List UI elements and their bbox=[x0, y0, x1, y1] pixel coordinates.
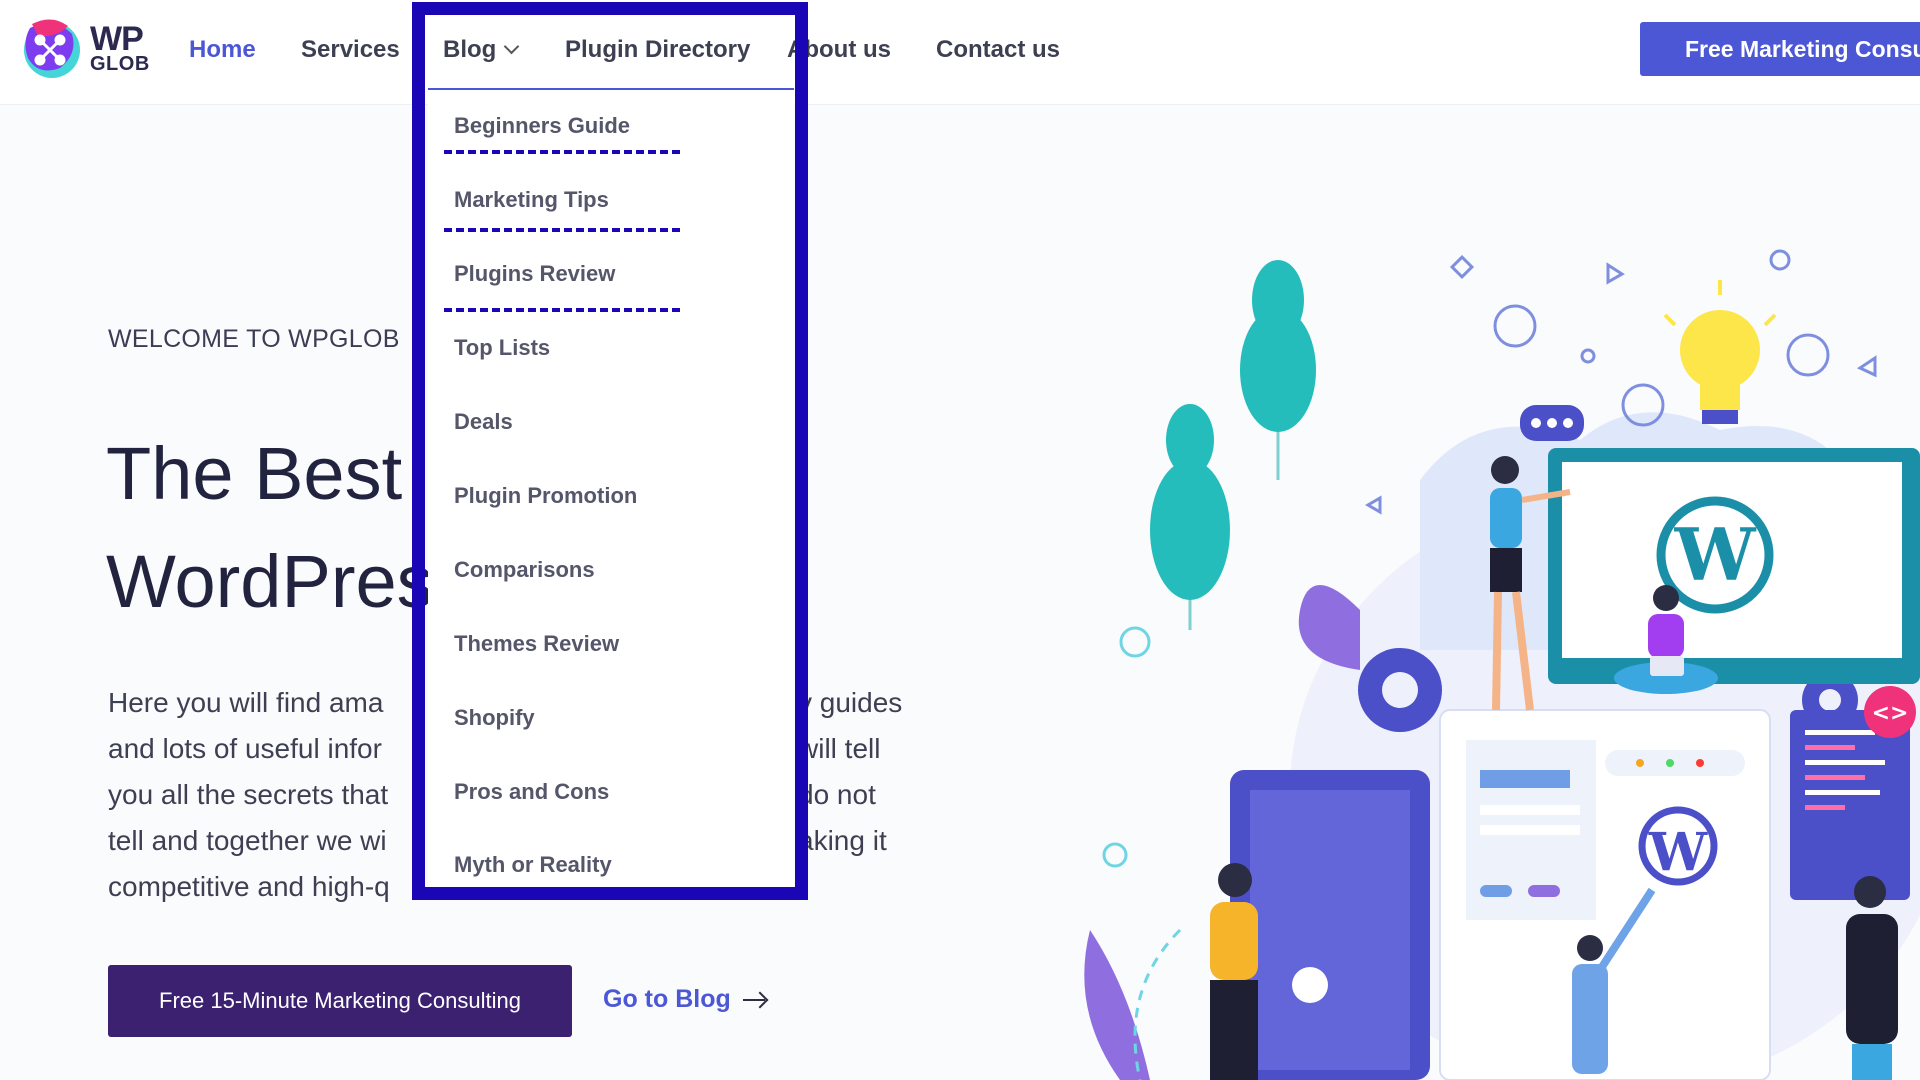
dropdown-item-top-lists[interactable]: Top Lists bbox=[454, 335, 550, 361]
gear-icon bbox=[1358, 648, 1442, 732]
dropdown-item-beginners-guide[interactable]: Beginners Guide bbox=[454, 113, 630, 139]
hero-illustration: W W <> bbox=[1084, 249, 1920, 1080]
dashed-underline bbox=[444, 308, 680, 312]
dropdown-item-comparisons[interactable]: Comparisons bbox=[454, 557, 595, 583]
lightbulb-icon bbox=[1663, 280, 1777, 424]
dropdown-item-deals[interactable]: Deals bbox=[454, 409, 513, 435]
monitor-icon: W bbox=[1548, 448, 1920, 684]
logo-glob-text: GLOB bbox=[90, 53, 150, 75]
hero-title: The Best WordPres bbox=[106, 420, 434, 636]
svg-text:W: W bbox=[1674, 512, 1757, 597]
free-marketing-consulting-button[interactable]: Free Marketing Consu bbox=[1640, 22, 1920, 76]
dropdown-item-shopify[interactable]: Shopify bbox=[454, 705, 535, 731]
hero-title-line-2: WordPres bbox=[106, 540, 434, 623]
site-logo[interactable]: WP GLOB bbox=[16, 14, 156, 80]
dropdown-item-plugins-review[interactable]: Plugins Review bbox=[454, 261, 615, 287]
dashed-underline bbox=[444, 228, 680, 232]
dropdown-item-marketing-tips[interactable]: Marketing Tips bbox=[454, 187, 609, 213]
hero-title-line-1: The Best bbox=[106, 432, 403, 515]
tree-icon bbox=[1240, 260, 1316, 480]
svg-text:<>: <> bbox=[1872, 701, 1909, 726]
dropdown-item-myth-or-reality[interactable]: Myth or Reality bbox=[454, 852, 612, 878]
logo-wp-text: WP bbox=[90, 20, 144, 58]
go-to-blog-link[interactable]: Go to Blog bbox=[603, 985, 765, 1014]
code-panel-icon: <> bbox=[1790, 686, 1916, 900]
nav-services[interactable]: Services bbox=[301, 36, 400, 64]
tree-icon bbox=[1150, 404, 1230, 630]
tablet-icon bbox=[1230, 770, 1430, 1080]
logo-mark-icon bbox=[24, 19, 80, 78]
welcome-text: WELCOME TO WPGLOB bbox=[108, 325, 400, 353]
dropdown-item-pros-and-cons[interactable]: Pros and Cons bbox=[454, 779, 609, 805]
dropdown-item-plugin-promotion[interactable]: Plugin Promotion bbox=[454, 483, 637, 509]
nav-contact[interactable]: Contact us bbox=[936, 36, 1060, 64]
chat-bubble-icon bbox=[1520, 405, 1584, 441]
arrow-right-icon bbox=[742, 999, 765, 1001]
dashed-underline bbox=[444, 150, 680, 154]
go-to-blog-label: Go to Blog bbox=[603, 985, 731, 1013]
site-header: WP GLOB Home Services Blog Plugin Direct… bbox=[0, 0, 1920, 105]
svg-text:W: W bbox=[1648, 822, 1709, 883]
free-consulting-button[interactable]: Free 15-Minute Marketing Consulting bbox=[108, 965, 572, 1037]
nav-home[interactable]: Home bbox=[189, 36, 256, 64]
dropdown-item-themes-review[interactable]: Themes Review bbox=[454, 631, 619, 657]
